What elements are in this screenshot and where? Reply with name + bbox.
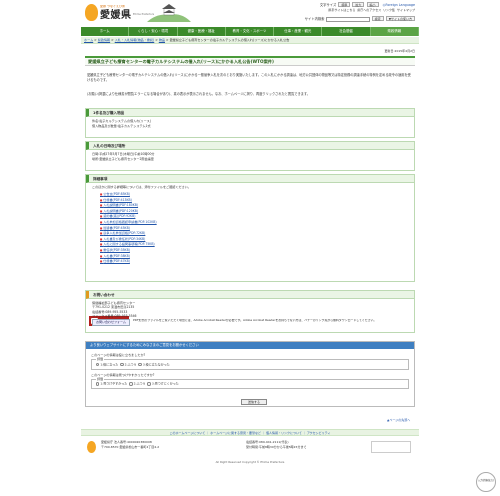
radio-label: 3:役に立たなかった (142, 362, 170, 367)
breadcrumb-current: 愛媛県立子ども療育センターの電子カルテシステムの借入れ(リース)にかかる入札公告 (169, 38, 290, 42)
site-usage-button[interactable]: ▼サイトの使い方 (385, 16, 415, 21)
survey-question-2: このページの情報は見つけやすかったですか? (91, 372, 155, 377)
links-link[interactable]: リンク集 (383, 8, 395, 12)
site-logo[interactable]: 愛顔 つなぐえひめ 愛媛県 Ehime Prefecture (85, 3, 154, 23)
survey-form: より良いウェブサイトにするためにみなさまのご意見をお聞かせください このページの… (85, 341, 415, 407)
contact-box: お問い合わせ 保健福祉部子ども療育センター 〒791-0212 東温市田窪213… (85, 290, 415, 333)
footer-brand-icon (371, 441, 411, 453)
breadcrumb-government[interactable]: 県政情報 (98, 38, 110, 42)
survey-question-1: このページの情報は役に立ちましたか? (91, 353, 146, 357)
nav-industry[interactable]: 仕事・産業・観光 (274, 27, 323, 36)
list-item: 借入物品及び数量:電子カルテシステム1式 (92, 124, 151, 128)
fieldset-legend: 評価 (97, 357, 104, 362)
breadcrumb-goods[interactable]: 物品 (159, 38, 165, 42)
contact-fax: ファックス番号:089-955-5546 (92, 314, 137, 319)
footer-address: 〒790-8570 愛媛県松山市一番町4丁目4-2 (101, 444, 160, 449)
section-datetime: 入札の日時及び場所 日時:平成27年5月7日(木曜日)午前10時00分 場所:愛… (85, 141, 415, 171)
radio-useful[interactable] (96, 362, 100, 367)
castle-illustration-icon (147, 4, 191, 22)
radio-not-useful[interactable] (138, 362, 142, 367)
footer-nav: このホームページについて ｜ ホームページに関する意見・要望など ｜ 個人情報・… (81, 429, 419, 436)
list-item: 場所:愛媛県立子ども療育センター2階会議室 (92, 157, 154, 161)
main-content: 更新日:2015年4月2日 愛媛県立子ども療育センターの電子カルテシステムの借入… (81, 46, 419, 410)
text-size-enlarge-button[interactable]: 拡大 (352, 2, 365, 7)
updated-date: 更新日:2015年4月2日 (384, 49, 415, 53)
radio-hard[interactable] (147, 382, 151, 386)
mobile-site-link[interactable]: 携帯サイトはこちら (328, 8, 355, 12)
nav-government[interactable]: 県政情報 (370, 27, 419, 36)
contact-heading: お問い合わせ (86, 291, 414, 299)
radio-normal[interactable] (120, 362, 124, 367)
contact-form-button[interactable]: お問い合わせフォーム (92, 318, 130, 326)
breadcrumb: ホーム > 県政情報 > 入札・入札情報(物品・委託) > 物品 > 愛媛県立子… (81, 37, 419, 44)
file-list: 公告文(PDF:85KB) 仕様書(PDF:413KB) 入札説明書(PDF:1… (92, 192, 408, 265)
radio-label: 1:役に立った (100, 362, 119, 367)
header-utilities: 文字サイズ 標準 拡大 縮小 ◎Foreign Language 携帯サイトはこ… (285, 2, 415, 24)
pdf-link[interactable]: 仕様書(PDF:47KB) (100, 259, 408, 265)
search-button[interactable]: 検索 (371, 16, 384, 21)
nav-infrastructure[interactable]: 社会基盤 (322, 27, 371, 36)
logo-name: 愛媛県 (100, 10, 132, 21)
site-header: 愛顔 つなぐえひめ 愛媛県 Ehime Prefecture 文字サイズ 標準 … (81, 0, 419, 27)
footer-office: 愛媛県庁 法人番号:4000020380008 (101, 440, 152, 444)
radio-label: 1:見つけやすかった (100, 382, 128, 387)
sitemap-link[interactable]: サイトマップ (397, 8, 415, 12)
nav-health[interactable]: 健康・医療・福祉 (178, 27, 226, 36)
footer-link-about[interactable]: このホームページについて (170, 431, 206, 435)
page-title: 愛媛県立子ども療育センターの電子カルテシステムの借入れ(リース)にかかる入札公告… (85, 56, 415, 66)
radio-normal-2[interactable] (129, 382, 133, 386)
note-text: (お願い)掲載により仕様書が閲覧エラーになる場合があり(、真の表示が表示されませ… (87, 92, 310, 96)
intro-text: 愛媛県立子ども療育センターの電子カルテシステムの借入れ(リース)にかかる一般競争… (87, 73, 411, 82)
zoom-toggle-button[interactable]: 入力状態(拡大) (476, 472, 496, 492)
section-heading: 入札の日時及び場所 (86, 142, 414, 150)
foreign-language-link[interactable]: ◎Foreign Language (383, 3, 415, 7)
section-heading: 1件名及び購入物品 (86, 109, 414, 117)
survey-heading: より良いウェブサイトにするためにみなさまのご意見をお聞かせください (86, 342, 414, 349)
footer-mascot-icon (87, 441, 96, 453)
mascot-icon (85, 4, 98, 21)
footer-link-feedback[interactable]: ホームページに関する意見・要望など (210, 431, 261, 435)
nav-home[interactable]: ホーム (81, 27, 130, 36)
footer-link-privacy[interactable]: 個人情報・リンクについて (266, 431, 302, 435)
radio-easy[interactable] (96, 382, 100, 386)
text-size-label: 文字サイズ (319, 3, 337, 7)
radio-label: 2:ふつう (133, 382, 146, 387)
survey-submit-button[interactable]: 送信する (241, 399, 267, 405)
global-nav: ホーム くらし・安心・環境 健康・医療・福祉 教育・文化・スポーツ 仕事・産業・… (81, 27, 419, 36)
section-item: 1件名及び購入物品 件名:電子カルテシステムの借入れ(リース) 借入物品及び数量… (85, 108, 415, 138)
radio-label: 2:ふつう (124, 362, 137, 367)
page-top-link[interactable]: ▲ページの先頭へ (387, 418, 410, 423)
breadcrumb-home[interactable]: ホーム (84, 38, 93, 42)
nav-life[interactable]: くらし・安心・環境 (129, 27, 178, 36)
footer-hours: 受付時間:午前8時30分から午後5時15分まで (246, 444, 307, 449)
footer-link-accessibility[interactable]: アクセシビリティ (307, 431, 331, 435)
copyright: All Right Reserved Copyright © Ehime Pre… (215, 460, 285, 464)
access-link[interactable]: 県庁へのアクセス (357, 8, 381, 12)
survey-fieldset-1: 評価 1:役に立った 2:ふつう 3:役に立たなかった (91, 357, 409, 370)
text-size-standard-button[interactable]: 標準 (338, 2, 351, 7)
site-search-label: サイト内検索 (304, 17, 325, 21)
details-lead: このほかに関する詳細等については、添付ファイルをご確認ください。 (92, 185, 191, 189)
text-size-shrink-button[interactable]: 縮小 (366, 2, 379, 7)
breadcrumb-bids[interactable]: 入札・入札情報(物品・委託) (115, 38, 155, 42)
radio-label: 3:見つけにくかった (151, 382, 179, 387)
section-heading: 詳細事項 (86, 175, 414, 183)
survey-fieldset-2: 評価 1:見つけやすかった 2:ふつう 3:見つけにくかった (91, 376, 409, 389)
nav-education[interactable]: 教育・文化・スポーツ (226, 27, 275, 36)
fieldset-legend: 評価 (97, 376, 104, 381)
section-details: 詳細事項 このほかに関する詳細等については、添付ファイルをご確認ください。 公告… (85, 174, 415, 282)
search-input[interactable] (325, 16, 370, 22)
